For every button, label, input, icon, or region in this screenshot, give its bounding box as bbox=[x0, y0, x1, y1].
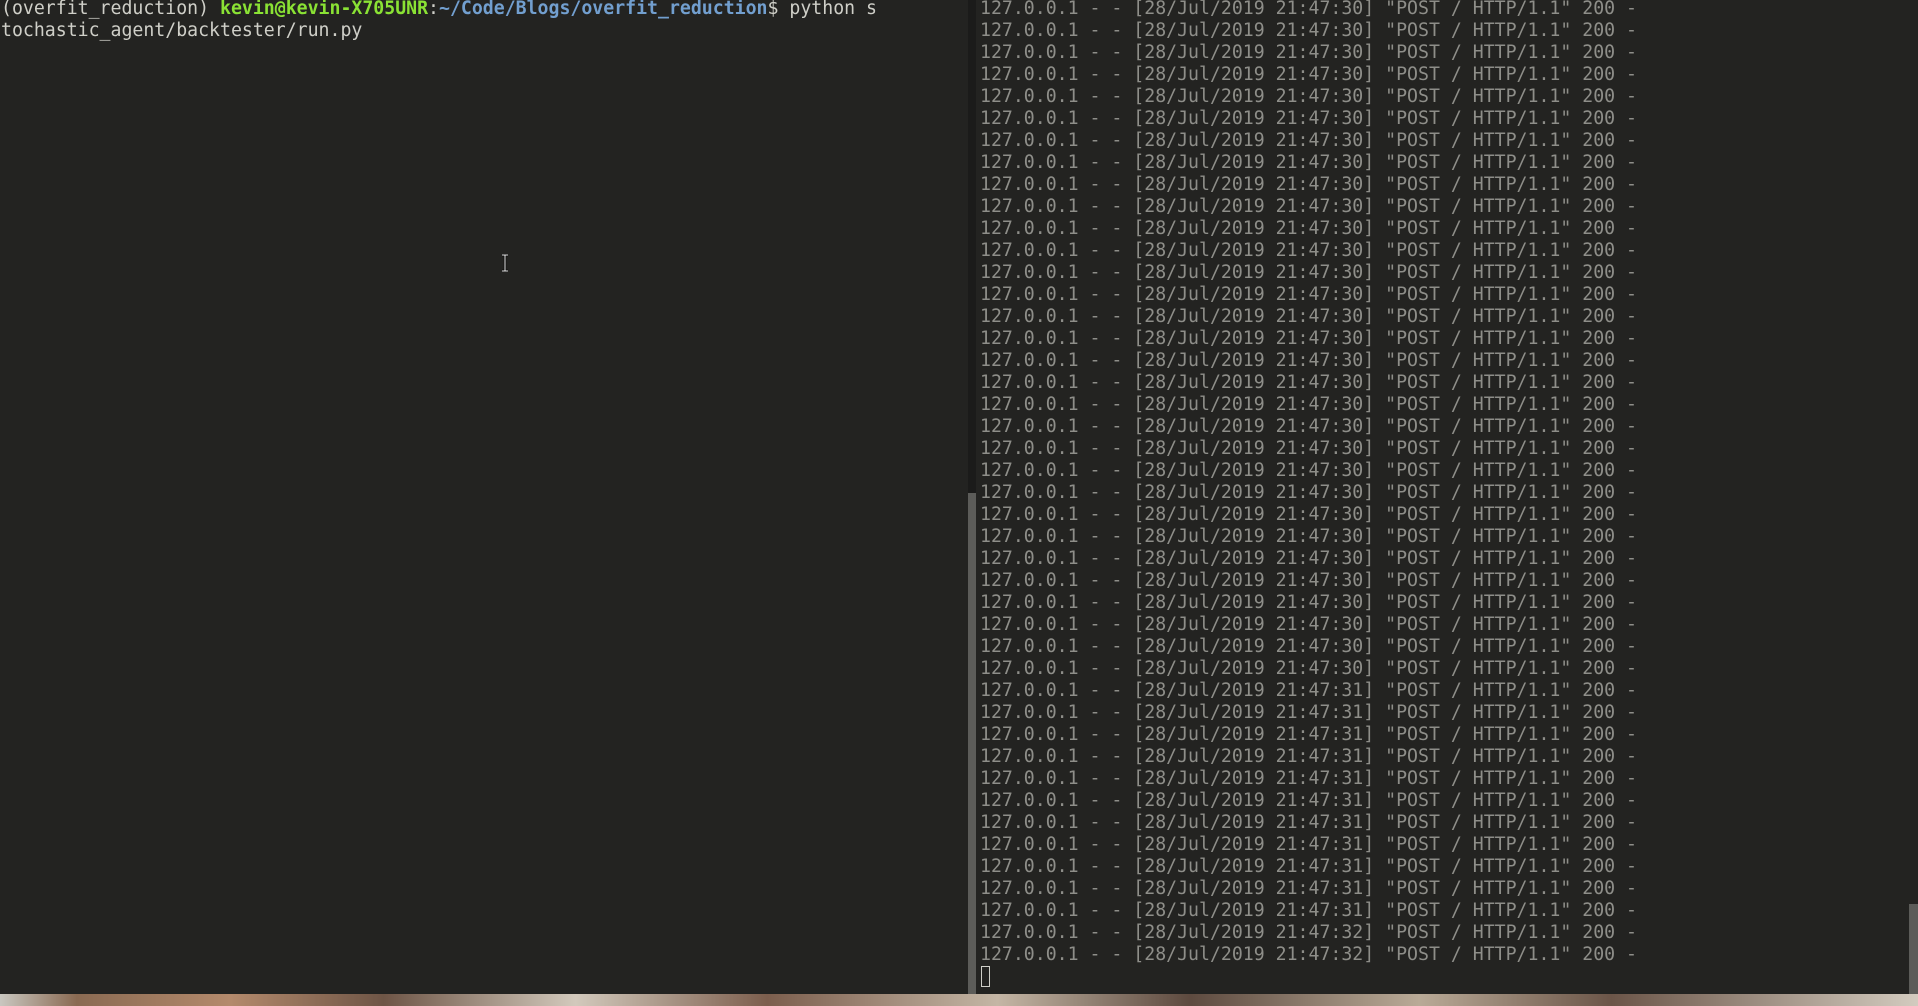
server-log-output: 127.0.0.1 - - [28/Jul/2019 21:47:30] "PO… bbox=[980, 0, 1637, 966]
desktop-wallpaper-strip bbox=[0, 994, 1918, 1006]
log-line: 127.0.0.1 - - [28/Jul/2019 21:47:30] "PO… bbox=[980, 372, 1637, 393]
log-line: 127.0.0.1 - - [28/Jul/2019 21:47:30] "PO… bbox=[980, 240, 1637, 261]
log-line: 127.0.0.1 - - [28/Jul/2019 21:47:31] "PO… bbox=[980, 812, 1637, 833]
log-line: 127.0.0.1 - - [28/Jul/2019 21:47:30] "PO… bbox=[980, 108, 1637, 129]
log-line: 127.0.0.1 - - [28/Jul/2019 21:47:30] "PO… bbox=[980, 174, 1637, 195]
left-scrollbar-thumb[interactable] bbox=[968, 493, 976, 994]
log-line: 127.0.0.1 - - [28/Jul/2019 21:47:30] "PO… bbox=[980, 262, 1637, 283]
right-scrollbar-track[interactable] bbox=[1906, 0, 1918, 994]
log-line: 127.0.0.1 - - [28/Jul/2019 21:47:30] "PO… bbox=[980, 658, 1637, 679]
log-line: 127.0.0.1 - - [28/Jul/2019 21:47:31] "PO… bbox=[980, 834, 1637, 855]
log-line: 127.0.0.1 - - [28/Jul/2019 21:47:30] "PO… bbox=[980, 350, 1637, 371]
log-line: 127.0.0.1 - - [28/Jul/2019 21:47:30] "PO… bbox=[980, 570, 1637, 591]
log-line: 127.0.0.1 - - [28/Jul/2019 21:47:30] "PO… bbox=[980, 152, 1637, 173]
log-line: 127.0.0.1 - - [28/Jul/2019 21:47:30] "PO… bbox=[980, 548, 1637, 569]
terminal-text-cursor bbox=[981, 966, 990, 987]
log-line: 127.0.0.1 - - [28/Jul/2019 21:47:30] "PO… bbox=[980, 42, 1637, 63]
log-line: 127.0.0.1 - - [28/Jul/2019 21:47:30] "PO… bbox=[980, 0, 1637, 19]
prompt-env: (overfit_reduction) bbox=[1, 0, 220, 19]
log-line: 127.0.0.1 - - [28/Jul/2019 21:47:30] "PO… bbox=[980, 482, 1637, 503]
log-line: 127.0.0.1 - - [28/Jul/2019 21:47:31] "PO… bbox=[980, 900, 1637, 921]
log-line: 127.0.0.1 - - [28/Jul/2019 21:47:30] "PO… bbox=[980, 130, 1637, 151]
prompt-line: (overfit_reduction) kevin@kevin-X705UNR:… bbox=[1, 0, 877, 20]
log-line: 127.0.0.1 - - [28/Jul/2019 21:47:31] "PO… bbox=[980, 856, 1637, 877]
log-line: 127.0.0.1 - - [28/Jul/2019 21:47:30] "PO… bbox=[980, 328, 1637, 349]
log-line: 127.0.0.1 - - [28/Jul/2019 21:47:31] "PO… bbox=[980, 702, 1637, 723]
log-line: 127.0.0.1 - - [28/Jul/2019 21:47:30] "PO… bbox=[980, 636, 1637, 657]
log-line: 127.0.0.1 - - [28/Jul/2019 21:47:32] "PO… bbox=[980, 944, 1637, 965]
right-terminal-pane[interactable]: 127.0.0.1 - - [28/Jul/2019 21:47:30] "PO… bbox=[976, 0, 1906, 994]
log-line: 127.0.0.1 - - [28/Jul/2019 21:47:30] "PO… bbox=[980, 438, 1637, 459]
log-line: 127.0.0.1 - - [28/Jul/2019 21:47:30] "PO… bbox=[980, 64, 1637, 85]
log-line: 127.0.0.1 - - [28/Jul/2019 21:47:30] "PO… bbox=[980, 218, 1637, 239]
command-text: python s bbox=[789, 0, 878, 19]
log-line: 127.0.0.1 - - [28/Jul/2019 21:47:30] "PO… bbox=[980, 526, 1637, 547]
prompt-symbol: $ bbox=[767, 0, 790, 19]
left-terminal-pane[interactable]: (overfit_reduction) kevin@kevin-X705UNR:… bbox=[0, 0, 968, 994]
prompt-user-host: kevin@kevin-X705UNR bbox=[220, 0, 429, 19]
log-line: 127.0.0.1 - - [28/Jul/2019 21:47:31] "PO… bbox=[980, 680, 1637, 701]
left-terminal-output: (overfit_reduction) kevin@kevin-X705UNR:… bbox=[1, 0, 877, 42]
command-continuation-line: tochastic_agent/backtester/run.py bbox=[1, 20, 363, 41]
log-line: 127.0.0.1 - - [28/Jul/2019 21:47:31] "PO… bbox=[980, 790, 1637, 811]
log-line: 127.0.0.1 - - [28/Jul/2019 21:47:30] "PO… bbox=[980, 306, 1637, 327]
log-line: 127.0.0.1 - - [28/Jul/2019 21:47:30] "PO… bbox=[980, 394, 1637, 415]
log-line: 127.0.0.1 - - [28/Jul/2019 21:47:30] "PO… bbox=[980, 86, 1637, 107]
log-line: 127.0.0.1 - - [28/Jul/2019 21:47:30] "PO… bbox=[980, 592, 1637, 613]
log-line: 127.0.0.1 - - [28/Jul/2019 21:47:30] "PO… bbox=[980, 504, 1637, 525]
log-line: 127.0.0.1 - - [28/Jul/2019 21:47:31] "PO… bbox=[980, 768, 1637, 789]
prompt-path: ~/Code/Blogs/overfit_reduction bbox=[439, 0, 768, 19]
prompt-separator: : bbox=[428, 0, 439, 19]
log-line: 127.0.0.1 - - [28/Jul/2019 21:47:30] "PO… bbox=[980, 196, 1637, 217]
log-line: 127.0.0.1 - - [28/Jul/2019 21:47:32] "PO… bbox=[980, 922, 1637, 943]
log-line: 127.0.0.1 - - [28/Jul/2019 21:47:31] "PO… bbox=[980, 724, 1637, 745]
log-line: 127.0.0.1 - - [28/Jul/2019 21:47:30] "PO… bbox=[980, 460, 1637, 481]
log-line: 127.0.0.1 - - [28/Jul/2019 21:47:30] "PO… bbox=[980, 20, 1637, 41]
log-line: 127.0.0.1 - - [28/Jul/2019 21:47:30] "PO… bbox=[980, 614, 1637, 635]
log-line: 127.0.0.1 - - [28/Jul/2019 21:47:31] "PO… bbox=[980, 746, 1637, 767]
log-line: 127.0.0.1 - - [28/Jul/2019 21:47:30] "PO… bbox=[980, 284, 1637, 305]
log-line: 127.0.0.1 - - [28/Jul/2019 21:47:30] "PO… bbox=[980, 416, 1637, 437]
log-line: 127.0.0.1 - - [28/Jul/2019 21:47:31] "PO… bbox=[980, 878, 1637, 899]
text-ibeam-cursor-icon bbox=[502, 254, 508, 272]
right-scrollbar-thumb[interactable] bbox=[1909, 904, 1918, 994]
